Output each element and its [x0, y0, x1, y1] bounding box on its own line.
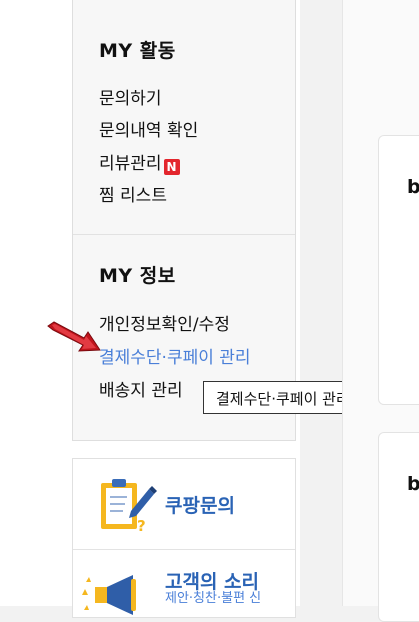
my-info-title: MY 정보 — [99, 265, 176, 287]
menu-item-review-label: 리뷰관리 — [99, 154, 162, 174]
megaphone-icon[interactable] — [79, 569, 159, 619]
menu-item-personal-info[interactable]: 개인정보확인/수정 — [99, 310, 230, 335]
menu-item-inquiry-history[interactable]: 문의내역 확인 — [99, 116, 198, 141]
menu-item-review-manage[interactable]: 리뷰관리 N — [99, 149, 180, 175]
inquiry-clipboard-icon[interactable]: ? — [97, 475, 157, 533]
cards-divider — [73, 549, 295, 550]
my-menu-panel: MY 활동 문의하기 문의내역 확인 리뷰관리 N 찜 리스트 MY 정보 개인정… — [72, 0, 296, 441]
card-subtitle-customer-voice: 제안·칭찬·불편 신 — [165, 591, 262, 606]
new-badge-icon: N — [163, 159, 180, 175]
help-cards-panel: ? 쿠팡문의 고객의 소리 제안·칭찬·불편 신 — [72, 458, 296, 618]
right-card-2-heading: b — [407, 473, 419, 495]
right-card-1: b — [378, 135, 419, 405]
menu-item-inquiry[interactable]: 문의하기 — [99, 84, 162, 109]
red-arrow-cursor-icon — [47, 321, 101, 352]
section-divider — [73, 234, 295, 235]
my-activity-title: MY 활동 — [99, 40, 176, 62]
menu-item-shipping-address[interactable]: 배송지 관리 — [99, 376, 183, 401]
right-card-1-heading: b — [407, 176, 419, 198]
menu-item-payment-coupay[interactable]: 결제수단·쿠페이 관리 — [99, 343, 251, 368]
menu-item-wishlist[interactable]: 찜 리스트 — [99, 181, 167, 206]
svg-text:?: ? — [137, 517, 146, 533]
card-title-coupang-inquiry[interactable]: 쿠팡문의 — [165, 491, 235, 518]
right-card-2: b — [378, 432, 419, 622]
